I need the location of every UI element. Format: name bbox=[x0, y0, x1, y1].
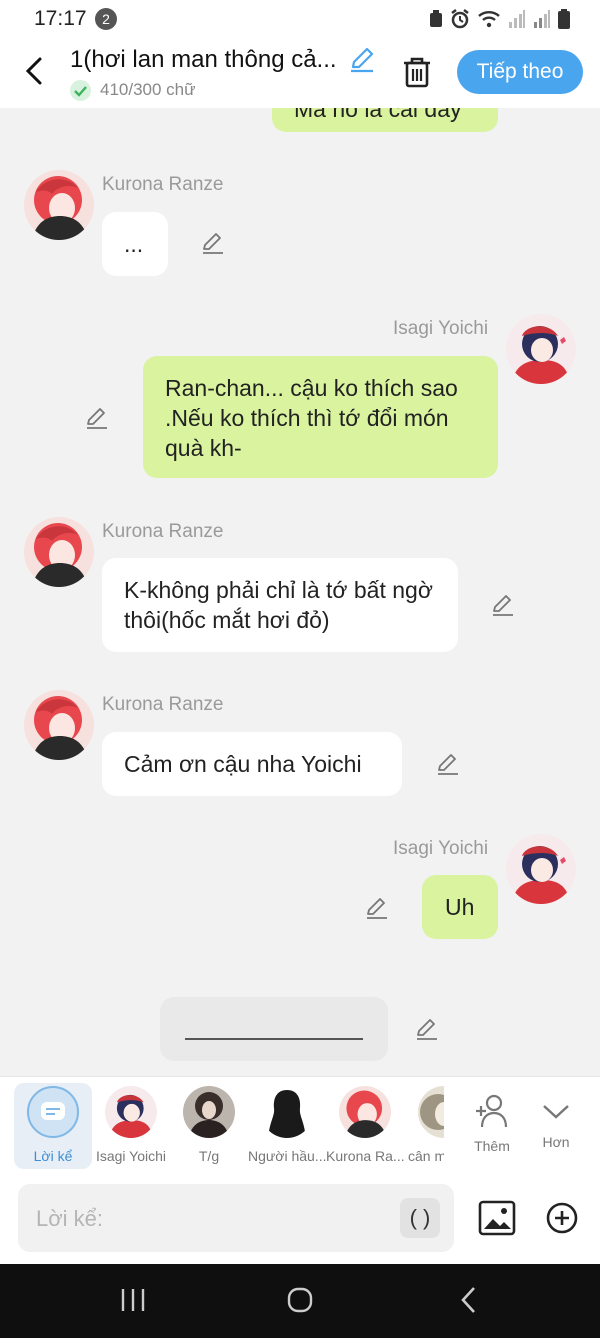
input-placeholder: Lời kể: bbox=[36, 1206, 104, 1231]
character-narration[interactable]: Lời kể bbox=[14, 1083, 92, 1169]
edit-pencil-icon[interactable] bbox=[200, 230, 226, 256]
message-bubble[interactable]: ... bbox=[102, 212, 168, 276]
message-text: Ran-chan... cậu ko thích sao .Nếu ko thí… bbox=[165, 375, 458, 461]
edit-pencil-icon[interactable] bbox=[414, 1016, 440, 1042]
narration-blank-bubble[interactable] bbox=[160, 997, 388, 1061]
input-bar: Lời kể: ( ) bbox=[0, 1174, 600, 1264]
speaker-name: Isagi Yoichi bbox=[393, 318, 489, 339]
avatar-kurona-ranze[interactable] bbox=[24, 517, 94, 587]
editor-header: 1(hơi lan man thông cả... 410/300 chữ Ti… bbox=[0, 38, 600, 108]
signal-icon bbox=[509, 10, 525, 28]
edit-pencil-icon[interactable] bbox=[364, 895, 390, 921]
edit-pencil-icon[interactable] bbox=[84, 405, 110, 431]
wifi-icon bbox=[478, 11, 500, 28]
character-kurona[interactable]: Kurona Ra... bbox=[326, 1083, 404, 1169]
home-icon[interactable] bbox=[286, 1286, 314, 1314]
narration-icon bbox=[27, 1086, 79, 1138]
status-time: 17:17 bbox=[34, 7, 87, 30]
parenthesis-button[interactable]: ( ) bbox=[400, 1198, 440, 1238]
avatar-isagi-yoichi[interactable] bbox=[506, 314, 576, 384]
message-text: K-không phải chỉ là tớ bất ngờ thôi(hốc … bbox=[124, 577, 433, 633]
message-bubble[interactable]: Ran-chan... cậu ko thích sao .Nếu ko thí… bbox=[143, 356, 498, 478]
speaker-name: Kurona Ranze bbox=[102, 521, 224, 542]
character-label: Isagi Yoichi bbox=[95, 1148, 167, 1164]
narration-input[interactable]: Lời kể: ( ) bbox=[18, 1184, 454, 1252]
chat-area[interactable]: Mà nó là cái đấy Kurona Ranze ... Isagi … bbox=[0, 108, 600, 1076]
message-bubble[interactable]: K-không phải chỉ là tớ bất ngờ thôi(hốc … bbox=[102, 558, 458, 652]
character-servant[interactable]: Người hầu... bbox=[248, 1083, 326, 1169]
character-label: T/g bbox=[198, 1148, 220, 1164]
add-circle-icon[interactable] bbox=[545, 1201, 579, 1235]
speaker-name: Kurona Ranze bbox=[102, 694, 224, 715]
recent-apps-icon[interactable] bbox=[119, 1287, 147, 1313]
avatar-silhouette bbox=[261, 1086, 313, 1138]
avatar-kurona-ranze[interactable] bbox=[24, 690, 94, 760]
message-text: Cảm ơn cậu nha Yoichi bbox=[124, 751, 362, 777]
notification-count-badge: 2 bbox=[95, 8, 117, 30]
character-label: cân m bbox=[408, 1148, 444, 1164]
edit-title-pencil-icon[interactable] bbox=[348, 46, 376, 74]
battery-icon bbox=[558, 9, 570, 29]
character-tg[interactable]: T/g bbox=[170, 1083, 248, 1169]
blank-line bbox=[185, 1038, 363, 1040]
back-arrow-icon[interactable] bbox=[22, 56, 48, 86]
alarm-icon bbox=[451, 9, 469, 29]
message-text: ... bbox=[124, 231, 144, 257]
character-label: Người hầu... bbox=[248, 1148, 326, 1164]
next-button[interactable]: Tiếp theo bbox=[457, 50, 583, 94]
trash-icon[interactable] bbox=[402, 56, 432, 88]
chevron-down-icon bbox=[543, 1105, 569, 1119]
speaker-name: Kurona Ranze bbox=[102, 174, 224, 195]
character-can[interactable]: cân m bbox=[404, 1083, 444, 1169]
character-label: Thêm bbox=[474, 1138, 510, 1154]
system-back-icon[interactable] bbox=[458, 1286, 482, 1314]
character-selector: Lời kể Isagi Yoichi T/g Người hầu... Kur… bbox=[0, 1076, 600, 1174]
system-nav-bar bbox=[0, 1264, 600, 1338]
avatar-isagi-yoichi bbox=[105, 1086, 157, 1138]
avatar-kurona-ranze[interactable] bbox=[24, 170, 94, 240]
status-icons bbox=[429, 9, 570, 29]
character-isagi[interactable]: Isagi Yoichi bbox=[92, 1083, 170, 1169]
avatar-tg bbox=[183, 1086, 235, 1138]
add-character-button[interactable]: Thêm bbox=[456, 1083, 528, 1169]
message-bubble[interactable]: Mà nó là cái đấy bbox=[272, 108, 498, 132]
check-icon bbox=[70, 80, 91, 101]
avatar-kurona-ranze bbox=[339, 1086, 391, 1138]
message-text: Uh bbox=[445, 894, 475, 920]
edit-pencil-icon[interactable] bbox=[435, 751, 461, 777]
recycle-icon bbox=[430, 10, 442, 27]
character-label: Lời kể bbox=[33, 1148, 73, 1164]
more-button[interactable]: Hơn bbox=[520, 1083, 592, 1169]
signal-icon-2 bbox=[534, 10, 550, 28]
avatar-isagi-yoichi[interactable] bbox=[506, 834, 576, 904]
message-text: Mà nó là cái đấy bbox=[294, 108, 462, 122]
message-bubble[interactable]: Uh bbox=[422, 875, 498, 939]
character-label: Hơn bbox=[542, 1134, 570, 1150]
avatar-can bbox=[418, 1086, 444, 1138]
edit-pencil-icon[interactable] bbox=[490, 592, 516, 618]
speaker-name: Isagi Yoichi bbox=[393, 838, 489, 859]
word-count: 410/300 chữ bbox=[100, 80, 196, 99]
status-bar: 17:17 2 bbox=[0, 0, 600, 38]
image-icon[interactable] bbox=[478, 1199, 516, 1237]
story-title[interactable]: 1(hơi lan man thông cả... bbox=[70, 46, 337, 74]
add-person-icon bbox=[476, 1094, 508, 1128]
character-label: Kurona Ra... bbox=[326, 1148, 404, 1164]
message-bubble[interactable]: Cảm ơn cậu nha Yoichi bbox=[102, 732, 402, 796]
